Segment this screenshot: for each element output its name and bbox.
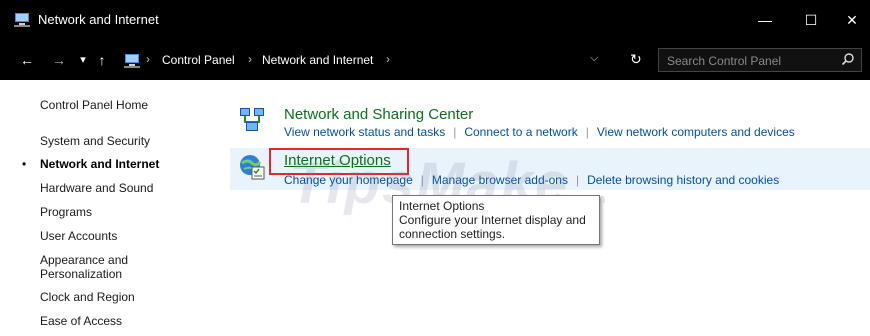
breadcrumb-network-and-internet[interactable]: Network and Internet (262, 53, 373, 67)
back-button[interactable]: ← (16, 50, 38, 70)
breadcrumb-separator: › (248, 52, 252, 66)
sidebar-item-control-panel-home[interactable]: Control Panel Home (40, 98, 148, 112)
breadcrumb-control-panel[interactable]: Control Panel (162, 53, 235, 67)
breadcrumb-separator: › (386, 52, 390, 66)
view-network-computers-link[interactable]: View network computers and devices (597, 125, 795, 139)
internet-options-icon (240, 155, 265, 180)
control-panel-icon (14, 13, 30, 27)
breadcrumb-separator: › (146, 52, 150, 66)
up-button[interactable]: ↑ (94, 50, 110, 70)
close-button[interactable]: ✕ (834, 0, 870, 40)
refresh-button[interactable]: ↻ (630, 51, 642, 68)
network-icon (240, 108, 264, 131)
minimize-button[interactable]: — (742, 0, 788, 40)
search-icon[interactable] (841, 52, 855, 66)
search-box[interactable] (658, 48, 862, 72)
sidebar-item-appearance-and-personalization[interactable]: Appearance and Personalization (40, 253, 150, 281)
sidebar: Control Panel Home System and Security •… (0, 80, 220, 336)
maximize-button[interactable]: ☐ (788, 0, 834, 40)
active-bullet: • (22, 157, 27, 171)
forward-button[interactable]: → (48, 50, 70, 70)
sidebar-item-network-and-internet: Network and Internet (40, 157, 160, 171)
divider: | (453, 125, 457, 139)
recent-locations-button[interactable]: ▾ (76, 50, 90, 70)
sidebar-item-clock-and-region[interactable]: Clock and Region (40, 290, 135, 304)
category-network-and-sharing-center: Network and Sharing Center View network … (230, 102, 870, 146)
title-bar: Network and Internet — ☐ ✕ (0, 0, 870, 40)
divider: | (585, 125, 589, 139)
sidebar-item-user-accounts[interactable]: User Accounts (40, 229, 117, 243)
sidebar-item-hardware-and-sound[interactable]: Hardware and Sound (40, 181, 153, 195)
control-panel-icon (124, 54, 140, 68)
tooltip: Internet Options Configure your Internet… (392, 195, 600, 245)
sidebar-item-programs[interactable]: Programs (40, 205, 92, 219)
address-bar[interactable]: › Control Panel › Network and Internet ›… (114, 48, 624, 72)
tooltip-line: Configure your Internet display and (399, 213, 586, 227)
chevron-down-icon[interactable]: ⌵ (590, 52, 598, 65)
search-input[interactable] (665, 52, 839, 70)
tooltip-title: Internet Options (399, 199, 485, 213)
delete-browsing-history-link[interactable]: Delete browsing history and cookies (587, 173, 779, 187)
address-toolbar: ← → ▾ ↑ › Control Panel › Network and In… (0, 40, 870, 80)
sidebar-item-ease-of-access[interactable]: Ease of Access (40, 314, 122, 328)
tooltip-line: connection settings. (399, 227, 506, 241)
connect-to-network-link[interactable]: Connect to a network (464, 125, 577, 139)
sidebar-item-system-and-security[interactable]: System and Security (40, 134, 150, 148)
view-network-status-link[interactable]: View network status and tasks (284, 125, 445, 139)
window-title: Network and Internet (38, 12, 159, 27)
network-task-links: View network status and tasks | Connect to… (284, 125, 795, 139)
network-and-sharing-center-link[interactable]: Network and Sharing Center (284, 106, 473, 123)
